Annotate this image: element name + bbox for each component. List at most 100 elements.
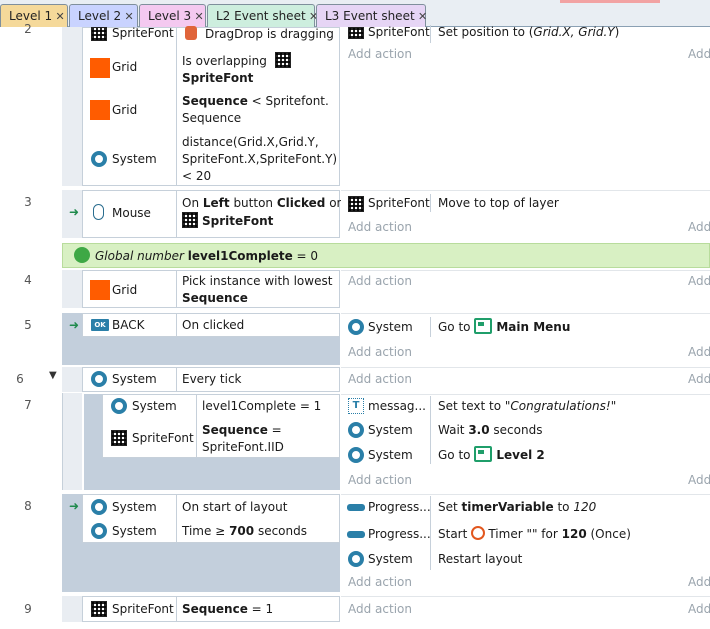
spritefont-icon (91, 601, 107, 617)
tab-label: Level 2 (78, 9, 122, 23)
add-action-link[interactable]: Add action (348, 473, 412, 487)
grid-icon (90, 100, 110, 120)
add-action-link[interactable]: Add action (348, 372, 412, 386)
close-icon[interactable]: ✕ (193, 6, 205, 28)
object-name: System (112, 152, 157, 166)
condition-text[interactable]: DragDrop is dragging (205, 26, 334, 43)
condition-text[interactable]: Pick instance with lowest Sequence (182, 273, 332, 307)
object-name: System (368, 552, 413, 566)
add-action-link[interactable]: Add (688, 602, 710, 616)
action-text[interactable]: Go to Level 2 (438, 446, 545, 464)
add-action-link[interactable]: Add action (348, 47, 412, 61)
spritefont-icon (274, 52, 291, 68)
tab-bar-accent (560, 0, 660, 3)
action-mid: to (553, 500, 574, 514)
tab-level-2[interactable]: Level 2 ✕ (69, 4, 138, 27)
condition-text[interactable]: Time ≥ 700 seconds (182, 523, 307, 540)
progressbar-icon (347, 504, 365, 511)
event-number: 3 (24, 195, 32, 209)
action-text[interactable]: Go to Main Menu (438, 318, 570, 336)
event-number: 8 (24, 499, 32, 513)
tab-l2-event-sheet[interactable]: L2 Event sheet ✕ (207, 4, 318, 27)
condition-text[interactable]: level1Complete = 1 (202, 398, 321, 415)
tab-l3-event-sheet[interactable]: L3 Event sheet ✕ (316, 4, 427, 27)
add-action-link[interactable]: Add action (348, 575, 412, 589)
condition-line1: Pick instance with lowest (182, 274, 333, 288)
condition-text-a: Is overlapping (182, 54, 267, 68)
add-action-link[interactable]: Add (688, 274, 710, 288)
action-text[interactable]: Move to top of layer (438, 195, 559, 212)
object-name: messag... (368, 399, 426, 413)
close-icon[interactable]: ✕ (123, 6, 135, 28)
add-action-link[interactable]: Add (688, 473, 710, 487)
condition-text[interactable]: On start of layout (182, 499, 287, 516)
object-name: System (132, 399, 177, 413)
action-text[interactable]: Set timerVariable to 120 (438, 499, 596, 516)
divider (196, 394, 197, 458)
spritefont-icon (111, 430, 127, 446)
action-text-post: ) (614, 25, 620, 39)
group-indent (62, 393, 82, 490)
dragdrop-icon (185, 26, 197, 40)
action-text[interactable]: Wait 3.0 seconds (438, 422, 542, 439)
divider (430, 317, 431, 337)
add-action-link[interactable]: Add (688, 220, 710, 234)
spritefont-icon (91, 27, 107, 41)
action-text[interactable]: Start Timer "" for 120 (Once) (438, 526, 631, 543)
condition-text[interactable]: On clicked (182, 317, 244, 334)
action-pre: Go to (438, 320, 471, 334)
condition-text[interactable]: Every tick (182, 371, 242, 388)
action-text[interactable]: Set position to (Grid.X, Grid.Y) (438, 24, 619, 41)
divider (176, 596, 177, 622)
add-action-link[interactable]: Add action (348, 274, 412, 288)
variable-type: Global number (95, 249, 184, 263)
spritefont-icon (348, 196, 364, 212)
object-name: System (368, 320, 413, 334)
trigger-arrow-icon: ➜ (69, 499, 80, 513)
event-number: 5 (24, 318, 32, 332)
trigger-arrow-icon: ➜ (69, 318, 80, 332)
tab-label: Level 1 (9, 9, 53, 23)
condition-text[interactable]: Sequence = 1 (182, 601, 273, 618)
object-name: System (112, 524, 157, 538)
condition-param: Sequence (202, 423, 268, 437)
add-action-link[interactable]: Add (688, 575, 710, 589)
system-gear-icon (91, 499, 107, 515)
condition-line3: < 20 (182, 169, 212, 183)
condition-post: seconds (254, 524, 307, 538)
collapse-triangle-icon[interactable]: ▼ (49, 370, 57, 381)
add-action-link[interactable]: Add action (348, 220, 412, 234)
condition-text[interactable]: Sequence < Spritefont. Sequence (182, 93, 329, 127)
condition-pre: On (182, 196, 203, 210)
add-action-link[interactable]: Add (688, 345, 710, 359)
condition-text[interactable]: distance(Grid.X,Grid.Y, SpriteFont.X,Spr… (182, 134, 337, 185)
action-text-pre: Set position to ( (438, 25, 534, 39)
object-name: SpriteFont (112, 602, 174, 616)
add-action-link[interactable]: Add action (348, 602, 412, 616)
action-text[interactable]: Restart layout (438, 551, 522, 568)
condition-line2: SpriteFont.IID (202, 440, 284, 454)
object-name: Progress... (368, 500, 431, 514)
condition-text[interactable]: On Left button Clicked on SpriteFont (182, 195, 344, 230)
condition-text[interactable]: Is overlapping SpriteFont (182, 52, 291, 87)
layout-icon (474, 446, 493, 462)
divider (430, 25, 431, 43)
add-action-link[interactable]: Add action (348, 345, 412, 359)
global-variable-text: Global number level1Complete = 0 (95, 248, 318, 265)
action-pre: Set text to (438, 399, 505, 413)
action-param: timerVariable (461, 500, 554, 514)
add-action-link[interactable]: Add (688, 372, 710, 386)
tab-label: L3 Event sheet (325, 9, 415, 23)
add-action-link[interactable]: Add (688, 47, 710, 61)
condition-text[interactable]: Sequence = SpriteFont.IID (202, 422, 284, 456)
action-text[interactable]: Set text to "Congratulations!" (438, 398, 616, 415)
tab-level-3[interactable]: Level 3 ✕ (139, 4, 206, 27)
action-pre: Go to (438, 448, 471, 462)
progressbar-icon (347, 531, 365, 538)
mouse-icon (93, 204, 104, 220)
action-post: (Once) (586, 527, 631, 541)
object-name: System (112, 500, 157, 514)
divider (176, 313, 177, 337)
system-gear-icon (91, 371, 107, 387)
event-number: 7 (24, 398, 32, 412)
